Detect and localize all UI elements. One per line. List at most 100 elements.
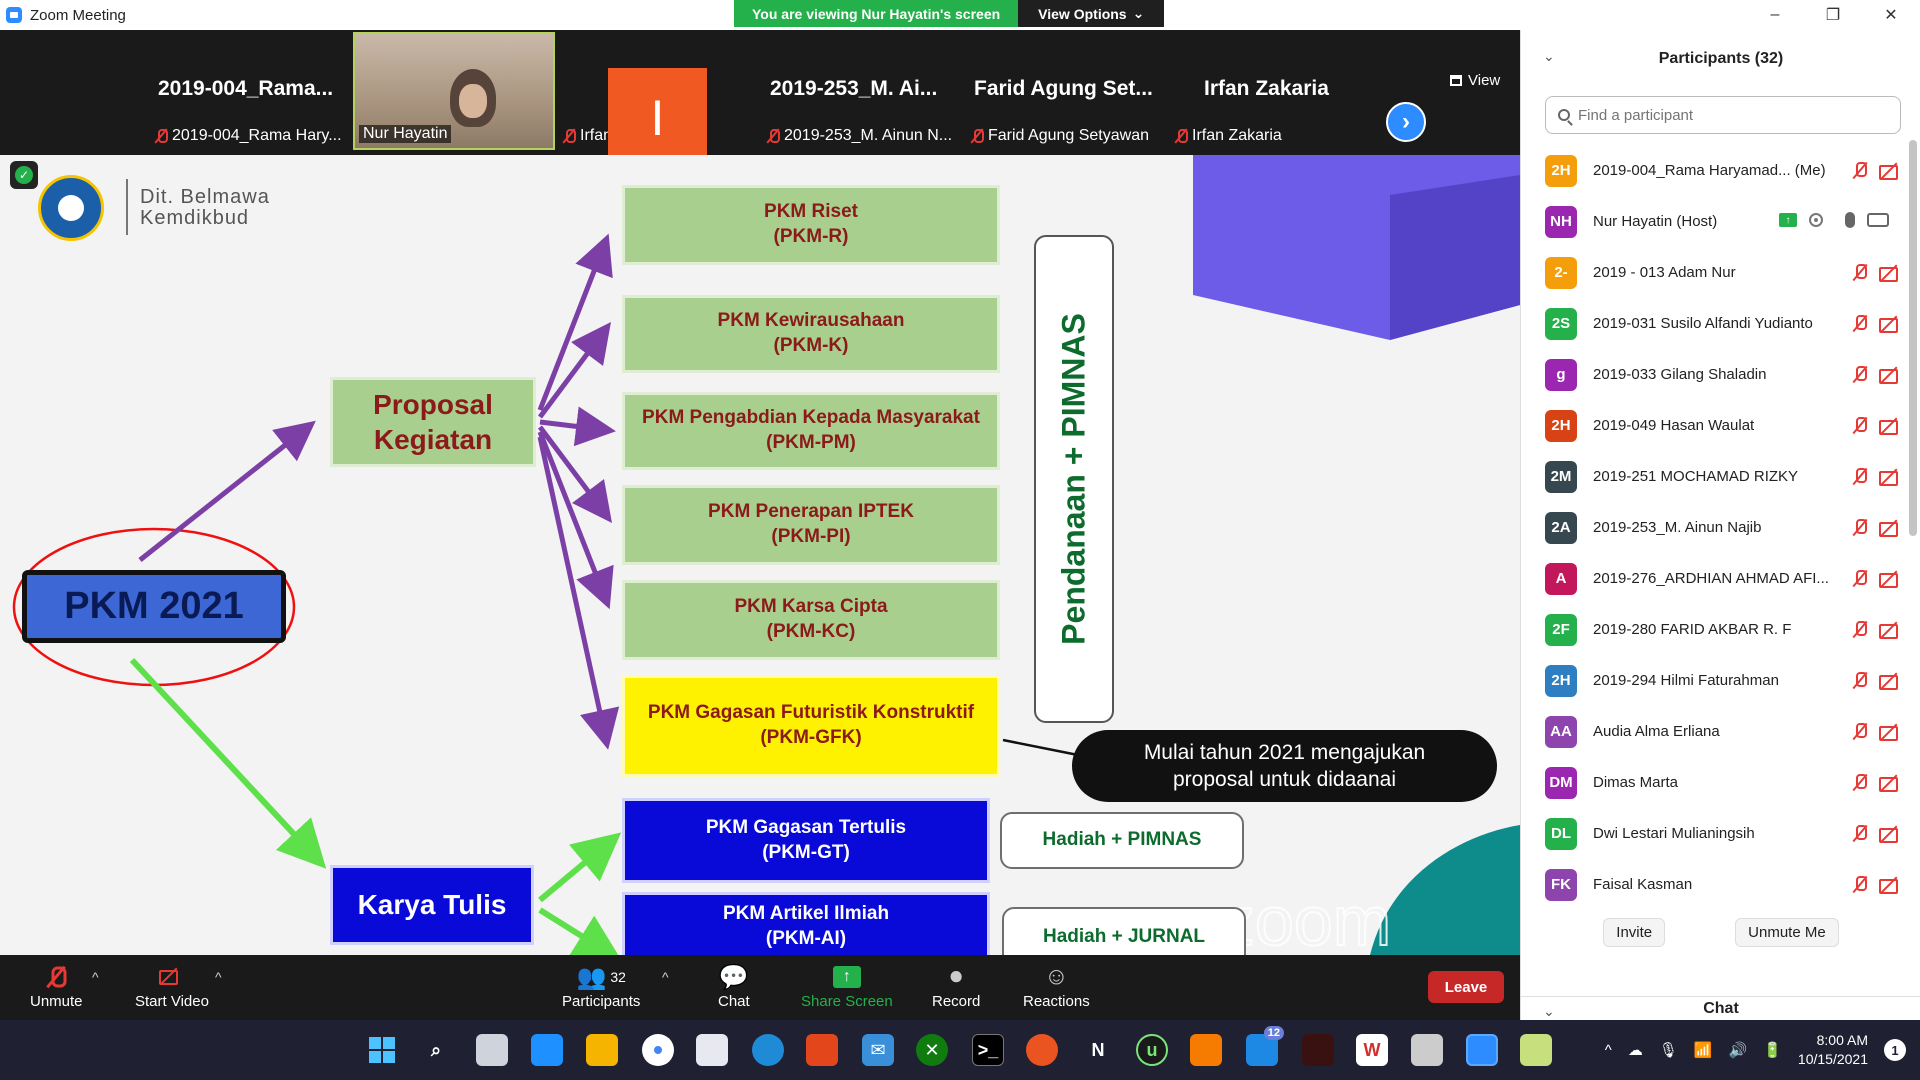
participants-button[interactable]: 👥 32 Participants [562,961,640,1011]
view-button[interactable]: View [1450,72,1500,89]
volume-icon[interactable]: 🔊 [1729,1041,1748,1059]
box-line: (PKM-K) [773,335,849,356]
participant-row[interactable]: 2F 2019-280 FARID AKBAR R. F [1521,604,1920,655]
xampp-icon[interactable] [1190,1034,1222,1066]
participant-row[interactable]: 2H 2019-294 Hilmi Faturahman [1521,655,1920,706]
avatar: DL [1545,817,1577,850]
widgets-icon[interactable] [531,1034,563,1066]
app-icon[interactable] [1411,1034,1443,1066]
host-status-icons: ↑ [1779,212,1889,228]
box-line: PKM Penerapan IPTEK [708,501,914,523]
maximize-button[interactable]: ❐ [1804,0,1862,30]
unmute-me-button[interactable]: Unmute Me [1735,918,1839,947]
participant-row[interactable]: 2S 2019-031 Susilo Alfandi Yudianto [1521,298,1920,349]
window-title: Zoom Meeting [30,6,126,24]
toolbar-label: Share Screen [801,993,893,1010]
chevron-up-icon[interactable]: ^ [1605,1042,1612,1059]
security-shield-icon[interactable] [10,161,38,189]
toolbar-label: Reactions [1023,993,1090,1010]
store-icon[interactable] [696,1034,728,1066]
arrow [537,436,620,750]
search-icon[interactable]: ⌕ [420,1034,452,1066]
shared-screen: zoom Dit. Belmawa Kemdikbud PKM 2021 Pro… [0,155,1520,955]
video-tile[interactable]: 2019-004_Rama... 2019-004_Rama Hary... [150,32,350,150]
chat-bubble-icon: 💬 [718,963,749,991]
chevron-up-icon[interactable]: ^ [215,969,222,985]
participant-row[interactable]: A 2019-276_ARDHIAN AHMAD AFI... [1521,553,1920,604]
tile-big-name: Irfan Zakaria [1204,77,1329,100]
microphone-icon[interactable]: 🎙 [1659,1041,1678,1059]
cloud-icon[interactable]: ☁ [1628,1041,1643,1059]
participant-row[interactable]: 2M 2019-251 MOCHAMAD RIZKY [1521,451,1920,502]
participant-search[interactable] [1545,96,1901,134]
pkm-category-box: PKM Penerapan IPTEK (PKM-PI) [622,485,1000,565]
task-view-icon[interactable] [476,1034,508,1066]
leave-meeting-button[interactable]: Leave [1428,971,1504,1003]
file-explorer-icon[interactable] [586,1034,618,1066]
search-input[interactable] [1578,106,1878,124]
invite-button[interactable]: Invite [1603,918,1666,947]
ubuntu-icon[interactable] [1026,1034,1058,1066]
xbox-icon[interactable]: ✕ [916,1034,948,1066]
participant-row[interactable]: DM Dimas Marta [1521,757,1920,808]
participant-row[interactable]: DL Dwi Lestari Mulianingsih [1521,808,1920,859]
chrome-icon[interactable] [642,1034,674,1066]
zoom-taskbar-icon[interactable] [1466,1034,1498,1066]
next-page-button[interactable]: › [1386,102,1426,142]
video-tile[interactable]: Farid Agung Set... Farid Agung Setyawan [966,32,1166,150]
scrollbar[interactable] [1909,140,1917,536]
arrow [539,406,616,447]
upwork-icon[interactable]: u [1136,1034,1168,1066]
muted-mic-icon [1851,722,1869,742]
muted-mic-icon [1851,875,1869,895]
terminal-icon[interactable]: >_ [972,1034,1004,1066]
video-off-icon [1879,366,1901,384]
participant-row[interactable]: g 2019-033 Gilang Shaladin [1521,349,1920,400]
chevron-up-icon[interactable]: ^ [662,969,669,985]
share-screen-button[interactable]: ↑ Share Screen [801,961,893,1010]
participant-name: Faisal Kasman [1593,876,1693,893]
wifi-icon[interactable]: 📶 [1694,1041,1713,1059]
view-options-button[interactable]: View Options ⌄ [1018,0,1165,27]
reactions-button[interactable]: ☺ Reactions [1023,961,1090,1010]
participant-row[interactable]: FK Faisal Kasman [1521,859,1920,910]
chat-button[interactable]: 💬 Chat [718,961,750,1011]
participant-row[interactable]: 2- 2019 - 013 Adam Nur [1521,247,1920,298]
unmute-button[interactable]: Unmute [30,961,83,1010]
pkm-category-box: PKM Kewirausahaan (PKM-K) [622,295,1000,373]
mail-icon[interactable]: ✉ [862,1034,894,1066]
chevron-up-icon[interactable]: ^ [92,969,99,985]
minimize-button[interactable]: – [1746,0,1804,30]
participant-row[interactable]: 2H 2019-004_Rama Haryamad... (Me) [1521,145,1920,196]
notification-badge: 12 [1263,1026,1284,1040]
video-tile[interactable]: 2019-253_M. Ai... 2019-253_M. Ainun N... [762,32,962,150]
calendar-icon[interactable]: 12 [1246,1026,1284,1066]
battery-icon[interactable]: 🔋 [1763,1041,1782,1059]
start-menu-icon[interactable] [366,1034,398,1066]
participant-row[interactable]: 2A 2019-253_M. Ainun Najib [1521,502,1920,553]
close-window-button[interactable]: ✕ [1862,0,1920,30]
clock[interactable]: 8:00 AM 10/15/2021 [1798,1031,1868,1069]
windows-taskbar: ⌕ ✉ ✕ >_ N u 12 W ^ ☁ 🎙 📶 🔊 🔋 8:00 AM 10… [0,1020,1920,1080]
clock-date: 10/15/2021 [1797,1051,1868,1067]
notification-count[interactable]: 1 [1884,1039,1906,1061]
office-icon[interactable] [806,1034,838,1066]
pkm-category-box: PKM Artikel Ilmiah (PKM-AI) [622,892,990,955]
participant-row[interactable]: AA Audia Alma Erliana [1521,706,1920,757]
participant-row[interactable]: NH Nur Hayatin (Host) ↑ [1521,196,1920,247]
notion-icon[interactable]: N [1082,1034,1114,1066]
view-label: View [1468,72,1501,89]
wps-office-icon[interactable]: W [1356,1034,1388,1066]
participants-title: Participants (32) [1658,50,1784,67]
video-tile[interactable]: Irfan Zakaria Irfan Zakaria [1170,32,1370,150]
record-button[interactable]: ⏺ Record [932,961,980,1010]
app-icon[interactable] [1302,1034,1334,1066]
app-icon[interactable] [1520,1034,1552,1066]
tile-footer: 2019-253_M. Ainun N... [766,124,960,148]
participant-row[interactable]: 2H 2019-049 Hasan Waulat [1521,400,1920,451]
edge-icon[interactable] [752,1034,784,1066]
pkm-category-box: PKM Gagasan Tertulis (PKM-GT) [622,798,990,883]
video-tile-host[interactable]: Nur Hayatin [353,32,555,150]
start-video-button[interactable]: Start Video [135,961,209,1010]
participant-name: 2019-251 MOCHAMAD RIZKY [1593,468,1799,485]
